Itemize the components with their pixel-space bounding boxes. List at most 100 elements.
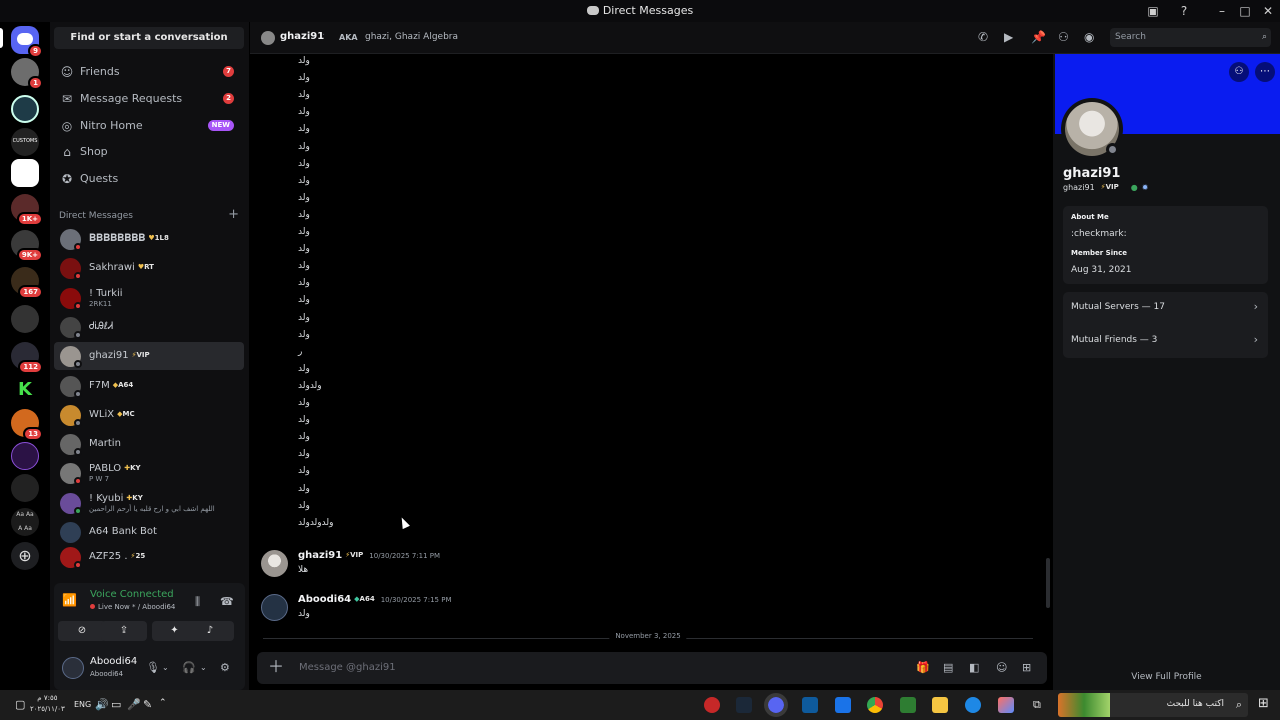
add-friends-icon[interactable]: ⚇ [1058,30,1069,44]
message-author[interactable]: ghazi91 [298,550,342,561]
message-author[interactable]: Aboodi64 [298,594,351,605]
gift-icon[interactable]: 🎁 [916,661,930,674]
home-button[interactable]: 9 [11,26,43,58]
disconnect-icon[interactable]: ☎ [220,595,234,608]
nav-message-requests[interactable]: ✉ Message Requests 2 [54,87,244,111]
boost-badge-icon[interactable]: ✹ [1142,183,1149,192]
noise-suppression-icon[interactable]: ⫼ [195,595,200,609]
dm-item[interactable]: 𝐁𝐁𝐁𝐁𝐁𝐁𝐁𝐁 ♥1L8 [54,225,244,253]
sticker-icon[interactable]: ◧ [969,661,979,674]
chat-scrollbar[interactable] [1046,558,1050,608]
server-7[interactable] [11,442,39,470]
dm-item[interactable]: ghazi91 ⚡VIP [54,342,244,370]
steam-icon[interactable] [736,697,752,713]
app-icon-2[interactable] [802,697,818,713]
create-dm-button[interactable]: + [228,207,239,222]
camera-off-button[interactable]: ⊘ [58,621,106,641]
server-customs[interactable]: CUSTOMS [11,128,39,156]
voice-status[interactable]: Voice Connected [90,589,174,600]
apps-icon[interactable]: ⊞ [1022,661,1031,674]
app-icon-3[interactable] [835,697,851,713]
server-8[interactable] [11,474,39,502]
chevron-down-icon[interactable]: ⌄ [162,663,169,672]
message-input[interactable]: Message @ghazi91 [299,662,396,673]
microphone-icon[interactable]: 🎙 [146,661,160,674]
minimize-button[interactable]: – [1214,3,1230,19]
taskbar-search[interactable]: اكتب هنا للبحث ⌕ [1058,693,1248,717]
more-options-icon[interactable]: ⋯ [1255,62,1275,82]
dm-item[interactable]: ᏧᎥᎯℓᏗ [54,313,244,341]
search-input[interactable]: Search ⌕ [1110,28,1271,47]
add-server-button[interactable]: ⊕ [11,542,39,570]
store-icon[interactable] [900,697,916,713]
language-indicator[interactable]: ENG [74,700,91,709]
pin-icon[interactable]: 📌 [1031,30,1046,44]
server-folder-3[interactable] [11,305,39,333]
view-full-profile-link[interactable]: View Full Profile [1053,672,1280,682]
server-6[interactable]: 13 [11,409,43,441]
dm-item[interactable]: AZF25 . ⚡25 [54,543,244,571]
dm-item[interactable]: ! Kyubi ✚KY اللهم اشف ابي و ارح قلبه يا أر… [54,489,244,517]
gif-icon[interactable]: ▤ [943,661,953,674]
server-5[interactable]: 167 [11,267,43,299]
edge-icon[interactable] [965,697,981,713]
kick-server[interactable]: K [11,376,39,404]
dm-item[interactable]: ! Turkii 2RK11 [54,284,244,312]
nav-nitro-home[interactable]: ◎ Nitro Home NEW [54,114,244,138]
user-profile-icon[interactable]: ◉ [1084,30,1094,44]
attach-plus-icon[interactable]: ＋ [268,658,284,676]
nitro-badge-icon[interactable]: ● [1131,183,1138,192]
chevron-down-icon[interactable]: ⌄ [200,663,207,672]
pen-icon[interactable]: ✎ [143,698,152,711]
server-folder-5[interactable]: Aa Aa A Aa [11,508,39,536]
screen-share-button[interactable]: ⇪ [101,621,147,641]
server-folder-1[interactable]: 1K+ [11,194,43,226]
tray-expand-icon[interactable]: ⌃ [159,698,167,708]
soundboard-button[interactable]: ♪ [186,621,234,641]
chrome-icon[interactable] [867,697,883,713]
server-4[interactable] [11,159,39,187]
close-button[interactable]: ✕ [1260,3,1276,19]
help-icon[interactable]: ? [1176,3,1192,19]
mutual-friends-row[interactable]: Mutual Friends — 3 › [1063,325,1268,357]
volume-icon[interactable]: 🔊 [95,698,109,711]
notification-icon[interactable]: ▢ [15,698,25,711]
dm-item[interactable]: PABLO ✚KY P W 7 [54,459,244,487]
profile-avatar[interactable] [1061,98,1123,160]
clock[interactable]: ٧:٥٥ م ٢٠٢٥/١١/٠٣ [30,693,65,715]
server-1[interactable]: 1 [11,58,43,90]
dm-item[interactable]: WLiX ◆MC [54,401,244,429]
settings-icon[interactable]: ⚙ [220,661,230,674]
server-folder-4[interactable]: 112 [11,342,43,374]
dm-item[interactable]: A64 Bank Bot [54,518,244,546]
inbox-icon[interactable]: ▣ [1145,3,1161,19]
dm-item[interactable]: Martin [54,430,244,458]
windows-start-icon[interactable]: ⊞ [1258,696,1269,711]
server-2[interactable] [11,95,39,123]
file-explorer-icon[interactable] [932,697,948,713]
message-avatar[interactable] [261,594,288,621]
nav-friends[interactable]: ☺ Friends 7 [54,60,244,84]
mutual-servers-row[interactable]: Mutual Servers — 17 › [1063,292,1268,324]
nav-shop[interactable]: ⌂ Shop [54,140,244,164]
dm-item[interactable]: Sakhrawi ♥RT [54,254,244,282]
mic-tray-icon[interactable]: 🎤 [127,698,141,711]
video-icon[interactable]: ▶ [1004,30,1013,44]
device-icon[interactable]: ▭ [111,698,121,711]
chat-title[interactable]: ghazi91 [280,31,324,42]
headphones-icon[interactable]: 🎧 [182,661,196,674]
app-icon-1[interactable] [704,697,720,713]
task-view-icon[interactable]: ⧉ [1033,698,1041,712]
emoji-icon[interactable]: ☺ [996,661,1007,674]
copilot-icon[interactable] [998,697,1014,713]
user-avatar[interactable] [62,657,84,679]
dm-item[interactable]: F7M ◆A64 [54,372,244,400]
message-avatar[interactable] [261,550,288,577]
message-composer[interactable]: ＋ Message @ghazi91 🎁 ▤ ◧ ☺ ⊞ [257,652,1047,684]
find-conversation-button[interactable]: Find or start a conversation [54,27,244,49]
nav-quests[interactable]: ✪ Quests [54,167,244,191]
maximize-button[interactable]: □ [1237,3,1253,19]
server-folder-2[interactable]: 9K+ [11,230,43,262]
add-friend-icon[interactable]: ⚇ [1229,62,1249,82]
discord-taskbar-icon[interactable] [764,693,788,717]
